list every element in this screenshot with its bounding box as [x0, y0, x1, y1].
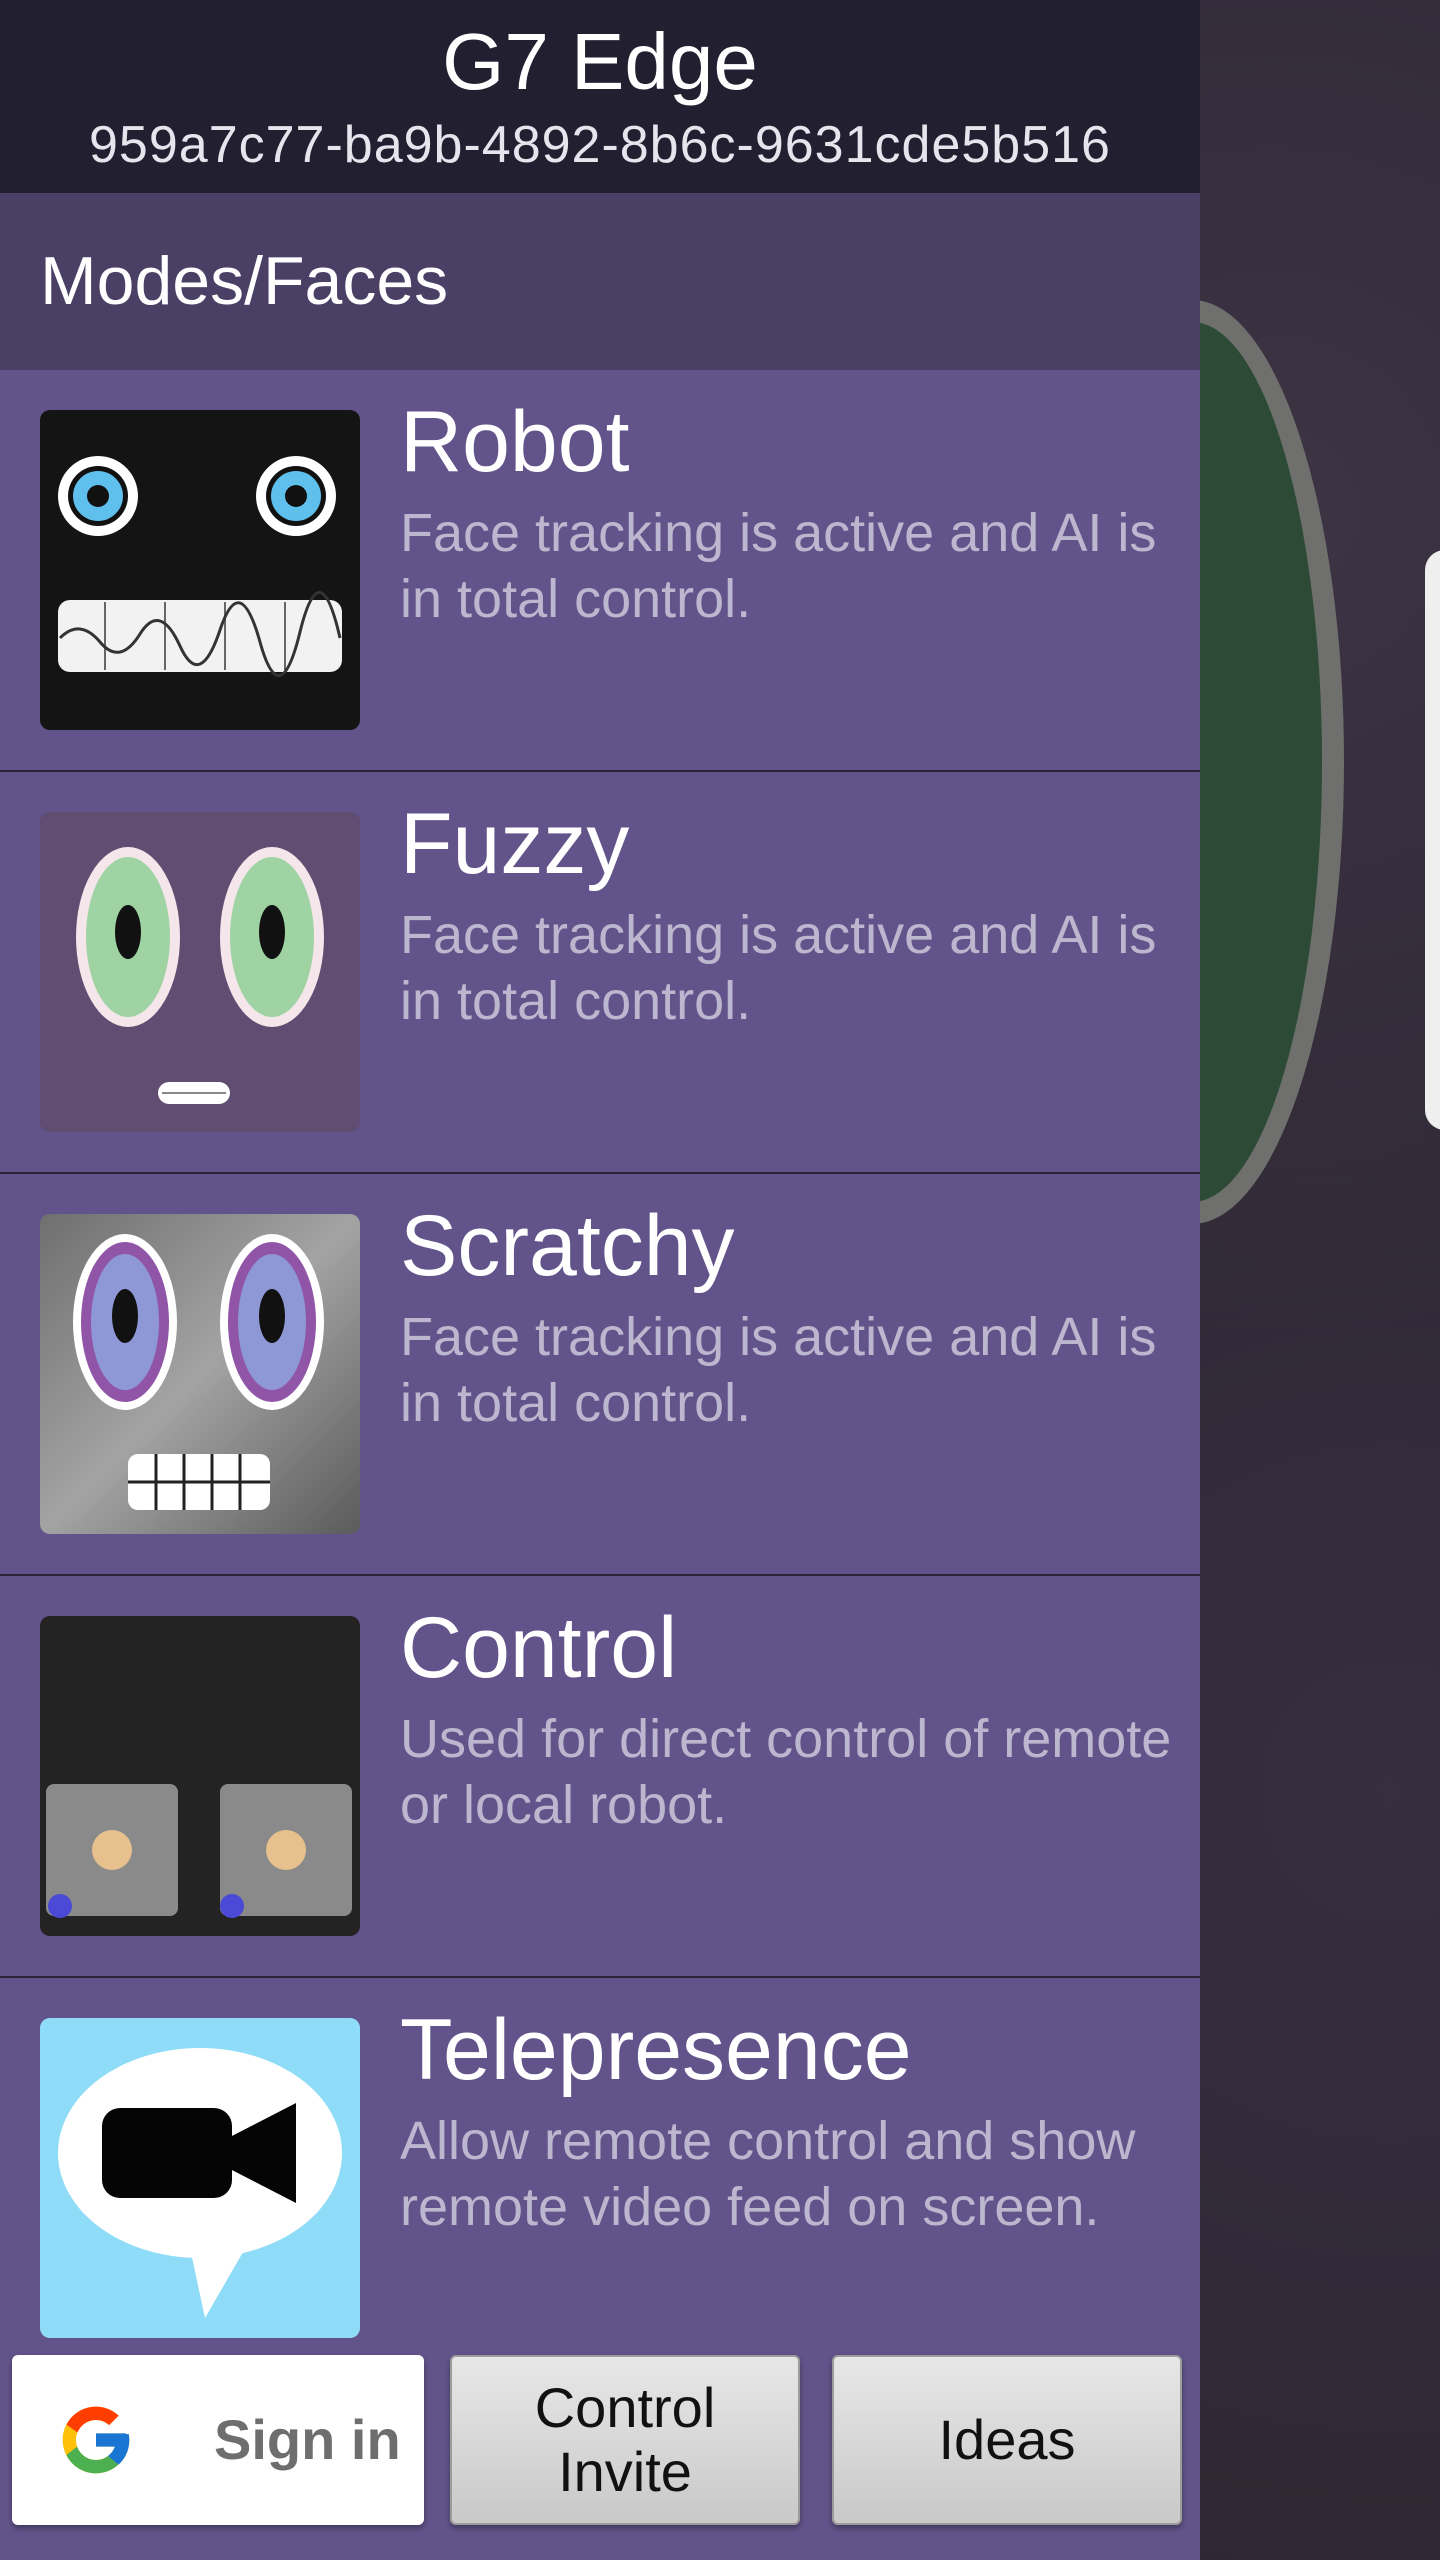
- mode-description: Face tracking is active and AI is in tot…: [400, 1307, 1157, 1433]
- robot-face-icon: [40, 410, 360, 730]
- control-pad-icon: [40, 1616, 360, 1936]
- section-header-modes: Modes/Faces: [0, 193, 1200, 370]
- ideas-button[interactable]: Ideas: [832, 2355, 1182, 2525]
- bottom-button-bar: Sign in Control Invite Ideas: [0, 2345, 1200, 2535]
- google-logo-icon: [56, 2400, 136, 2480]
- mode-title: Fuzzy: [400, 796, 630, 892]
- mode-item-control[interactable]: Control Used for direct control of remot…: [0, 1576, 1200, 1978]
- mode-item-robot[interactable]: Robot Face tracking is active and AI is …: [0, 370, 1200, 772]
- mode-item-telepresence[interactable]: Telepresence Allow remote control and sh…: [0, 1978, 1200, 2380]
- control-invite-button[interactable]: Control Invite: [450, 2355, 800, 2525]
- scratchy-face-icon: [40, 1214, 360, 1534]
- mode-description: Used for direct control of remote or loc…: [400, 1709, 1172, 1835]
- mode-description: Face tracking is active and AI is in tot…: [400, 905, 1157, 1031]
- navigation-drawer: G7 Edge 959a7c77-ba9b-4892-8b6c-9631cde5…: [0, 0, 1200, 2560]
- video-chat-icon: [40, 2018, 360, 2338]
- google-sign-in-button[interactable]: Sign in: [12, 2355, 424, 2525]
- mode-item-fuzzy[interactable]: Fuzzy Face tracking is active and AI is …: [0, 772, 1200, 1174]
- drawer-header: G7 Edge 959a7c77-ba9b-4892-8b6c-9631cde5…: [0, 0, 1200, 193]
- mode-title: Control: [400, 1600, 678, 1696]
- screen: G7 Edge 959a7c77-ba9b-4892-8b6c-9631cde5…: [0, 0, 1440, 2560]
- mode-description: Face tracking is active and AI is in tot…: [400, 503, 1157, 629]
- mode-description: Allow remote control and show remote vid…: [400, 2111, 1136, 2237]
- device-name: G7 Edge: [442, 17, 758, 106]
- fuzzy-face-icon: [40, 812, 360, 1132]
- device-id: 959a7c77-ba9b-4892-8b6c-9631cde5b516: [89, 116, 1111, 174]
- control-invite-line-1: Control: [534, 2376, 716, 2439]
- mode-item-scratchy[interactable]: Scratchy Face tracking is active and AI …: [0, 1174, 1200, 1576]
- mode-list: Robot Face tracking is active and AI is …: [0, 370, 1200, 2380]
- background-panel: [1425, 550, 1440, 1130]
- control-invite-line-2: Invite: [558, 2440, 692, 2503]
- mode-title: Robot: [400, 394, 630, 490]
- mode-title: Scratchy: [400, 1198, 735, 1294]
- ideas-label: Ideas: [938, 2408, 1076, 2471]
- sign-in-label: Sign in: [214, 2408, 401, 2471]
- mode-title: Telepresence: [400, 2002, 912, 2098]
- control-invite-label: Control Invite: [535, 2376, 716, 2504]
